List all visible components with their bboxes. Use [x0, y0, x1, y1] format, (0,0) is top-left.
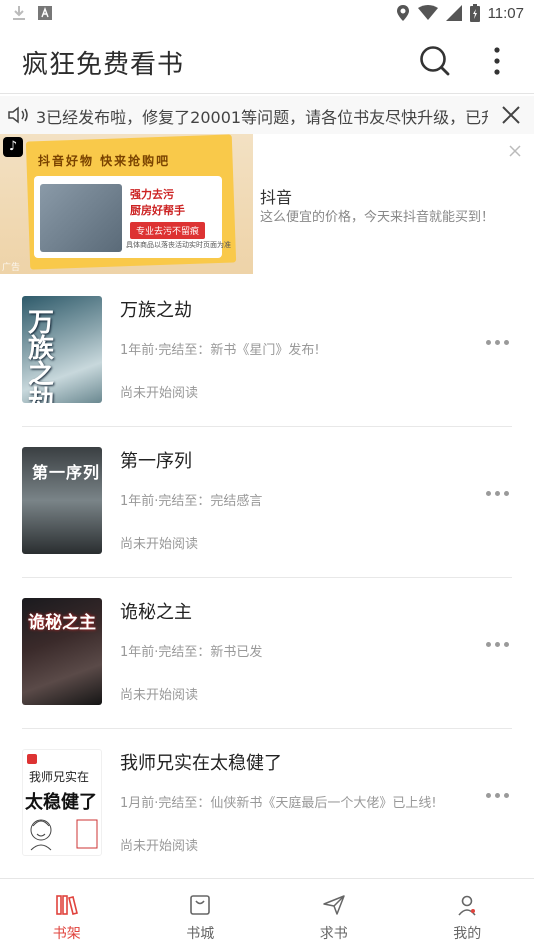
close-icon[interactable] — [500, 104, 522, 126]
speaker-icon — [8, 106, 28, 124]
book-read-status: 尚未开始阅读 — [120, 688, 199, 703]
cover-title: 万族之劫 — [28, 308, 55, 403]
ad-product-button: 专业去污不留痕 — [130, 222, 206, 239]
tab-bookshelf-label: 书架 — [52, 926, 81, 942]
ad-product-image — [40, 184, 122, 252]
ad-title[interactable]: 抖音 — [260, 184, 292, 208]
ad-product-line1: 强力去污 — [130, 188, 174, 201]
cover-title-top: 我师兄实在 — [29, 770, 90, 784]
more-horizontal-icon[interactable] — [486, 642, 512, 652]
book-item[interactable]: 诡秘之主 诡秘之主 1年前·完结至：新书已发 尚未开始阅读 — [22, 578, 512, 729]
more-horizontal-icon[interactable] — [486, 793, 512, 803]
more-vertical-icon[interactable] — [484, 42, 510, 80]
notice-text: 3已经发布啦，修复了20001等问题，请各位书友尽快升级，已升级 — [36, 108, 488, 126]
search-icon[interactable] — [418, 44, 452, 78]
tab-request[interactable]: 求书 — [267, 879, 401, 950]
tab-mine[interactable]: 我的 — [401, 879, 534, 950]
app-bar: 疯狂免费看书 — [0, 28, 534, 94]
cover-illustration — [30, 819, 98, 851]
signal-icon — [445, 5, 462, 21]
bookstore-icon — [190, 895, 211, 915]
book-title: 诡秘之主 — [120, 602, 192, 623]
book-cover[interactable]: 诡秘之主 — [22, 598, 102, 705]
tab-bookstore[interactable]: 书城 — [134, 879, 268, 950]
book-title: 万族之劫 — [120, 300, 192, 321]
book-title: 第一序列 — [120, 451, 192, 472]
status-time: 11:07 — [487, 4, 524, 22]
book-read-status: 尚未开始阅读 — [120, 386, 199, 401]
paper-plane-icon — [323, 895, 345, 915]
more-horizontal-icon[interactable] — [486, 340, 512, 350]
keyboard-icon — [38, 6, 52, 20]
cover-title: 诡秘之主 — [28, 613, 96, 633]
book-read-status: 尚未开始阅读 — [120, 537, 199, 552]
status-bar: 11:07 — [0, 0, 534, 28]
book-item[interactable]: 我师兄实在 太稳健了 我师兄实在太稳健了 1月前·完结至：仙侠新书《天庭最后一个… — [22, 729, 512, 880]
douyin-logo-icon: ♪ — [3, 137, 23, 157]
location-icon — [396, 5, 409, 21]
ad-product-line2: 厨房好帮手 — [130, 204, 185, 217]
cover-title-big: 太稳健了 — [25, 792, 97, 813]
cover-title: 第一序列 — [32, 463, 101, 482]
download-icon — [13, 6, 25, 20]
ad-image[interactable]: ♪ 抖音好物 快来抢购吧 强力去污 厨房好帮手 专业去污不留痕 具体商品以落丧活… — [0, 134, 253, 274]
ad-product-note: 具体商品以落丧活动实时页面为准 — [126, 241, 231, 249]
wifi-icon — [417, 5, 438, 20]
tab-mine-label: 我的 — [453, 926, 482, 942]
publisher-logo-icon — [27, 754, 37, 764]
ad-image-title: 抖音好物 快来抢购吧 — [38, 154, 171, 168]
ad-description: 这么便宜的价格，今天来抖音就能买到！ — [260, 210, 495, 225]
book-title: 我师兄实在太稳健了 — [120, 753, 282, 774]
ad-label: 广告 — [2, 263, 21, 273]
user-icon — [458, 895, 476, 916]
bottom-nav: 书架 书城 求书 我的 — [0, 878, 534, 950]
tab-bookstore-label: 书城 — [186, 926, 215, 942]
book-update: 1年前·完结至：完结感言 — [120, 494, 263, 509]
battery-icon — [469, 4, 480, 22]
more-horizontal-icon[interactable] — [486, 491, 512, 501]
book-read-status: 尚未开始阅读 — [120, 839, 199, 854]
bookshelf-icon — [55, 895, 78, 915]
book-update: 1月前·完结至：仙侠新书《天庭最后一个大佬》已上线! — [120, 796, 437, 811]
notice-bar: 3已经发布啦，修复了20001等问题，请各位书友尽快升级，已升级 — [0, 96, 534, 134]
status-bar-notifications — [12, 5, 52, 21]
book-cover[interactable]: 我师兄实在 太稳健了 — [22, 749, 102, 856]
book-item[interactable]: 万族之劫 万族之劫 1年前·完结至：新书《星门》发布! 尚未开始阅读 — [22, 276, 512, 427]
book-update: 1年前·完结至：新书已发 — [120, 645, 263, 660]
book-cover[interactable]: 第一序列 — [22, 447, 102, 554]
tab-bookshelf[interactable]: 书架 — [0, 879, 134, 950]
book-update: 1年前·完结至：新书《星门》发布! — [120, 343, 320, 358]
book-item[interactable]: 第一序列 第一序列 1年前·完结至：完结感言 尚未开始阅读 — [22, 427, 512, 578]
tab-request-label: 求书 — [319, 926, 348, 942]
ad-close-icon[interactable] — [508, 144, 522, 158]
status-bar-system: 11:07 — [396, 4, 524, 22]
app-title: 疯狂免费看书 — [22, 50, 185, 80]
book-cover[interactable]: 万族之劫 — [22, 296, 102, 403]
